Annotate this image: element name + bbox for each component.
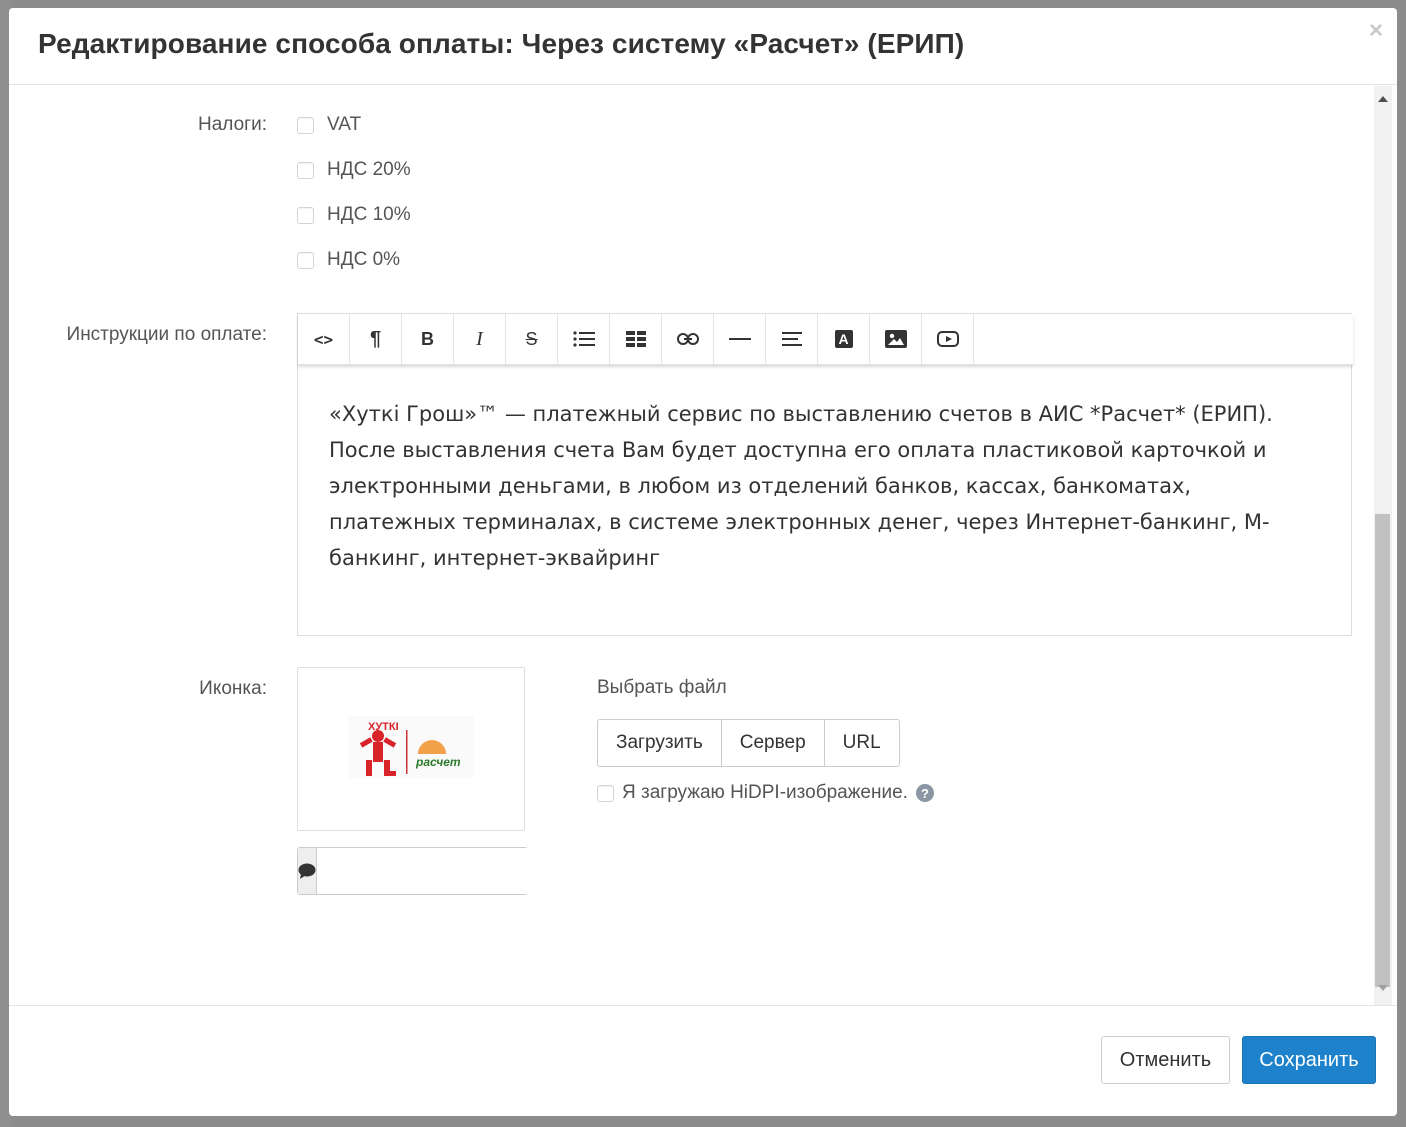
- tax-option-nds20[interactable]: НДС 20%: [297, 158, 411, 182]
- modal-footer: Отменить Сохранить: [9, 1005, 1397, 1116]
- horizontal-rule-icon[interactable]: [714, 314, 766, 364]
- bold-icon[interactable]: B: [402, 314, 454, 364]
- align-icon[interactable]: [766, 314, 818, 364]
- url-button[interactable]: URL: [823, 719, 900, 767]
- edit-payment-method-modal: Редактирование способа оплаты: Через сис…: [9, 8, 1397, 1116]
- upload-source-buttons: Загрузить Сервер URL: [597, 719, 900, 767]
- scrollbar-thumb[interactable]: [1375, 514, 1390, 987]
- comment-icon: [298, 848, 317, 894]
- icon-preview[interactable]: ХУТКІ расчет: [297, 667, 525, 831]
- tax-option-vat[interactable]: VAT: [297, 113, 361, 137]
- tax-checkbox[interactable]: [297, 161, 314, 179]
- rich-text-editor: <> ¶ B I S A «Хуткі Грош»™ — платежный с…: [297, 313, 1353, 636]
- modal-body: Налоги: VAT НДС 20% НДС 10% НДС 0% Инстр…: [9, 86, 1397, 1005]
- scroll-up-arrow-icon[interactable]: [1378, 96, 1388, 102]
- choose-file-label: Выбрать файл: [597, 677, 727, 698]
- close-icon[interactable]: ×: [1369, 18, 1383, 44]
- image-icon[interactable]: [870, 314, 922, 364]
- paragraph-icon[interactable]: ¶: [350, 314, 402, 364]
- tax-option-nds0[interactable]: НДС 0%: [297, 248, 400, 272]
- modal-header: Редактирование способа оплаты: Через сис…: [9, 8, 1397, 85]
- tax-checkbox[interactable]: [297, 116, 314, 134]
- italic-icon[interactable]: I: [454, 314, 506, 364]
- modal-title: Редактирование способа оплаты: Через сис…: [38, 28, 965, 59]
- list-icon[interactable]: [558, 314, 610, 364]
- svg-text:расчет: расчет: [415, 755, 461, 769]
- table-icon[interactable]: [610, 314, 662, 364]
- tax-option-label: НДС 0%: [327, 249, 401, 270]
- tax-option-label: НДС 10%: [327, 204, 411, 225]
- tax-checkbox[interactable]: [297, 251, 314, 269]
- hidpi-option[interactable]: Я загружаю HiDPI-изображение. ?: [597, 780, 934, 806]
- hidpi-checkbox[interactable]: [597, 784, 614, 802]
- icon-label: Иконка:: [199, 678, 267, 699]
- hutki-grosh-raschet-logo: ХУТКІ расчет: [348, 716, 474, 778]
- save-button[interactable]: Сохранить: [1242, 1036, 1376, 1084]
- taxes-label: Налоги:: [198, 114, 267, 135]
- scroll-down-arrow-icon[interactable]: [1378, 985, 1388, 991]
- strikethrough-icon[interactable]: S: [506, 314, 558, 364]
- help-icon[interactable]: ?: [915, 784, 934, 802]
- icon-caption-input[interactable]: [317, 848, 540, 894]
- svg-text:ХУТКІ: ХУТКІ: [368, 721, 399, 733]
- server-button[interactable]: Сервер: [720, 719, 825, 767]
- link-icon[interactable]: [662, 314, 714, 364]
- upload-button[interactable]: Загрузить: [597, 719, 722, 767]
- icon-caption-group: [297, 847, 540, 895]
- font-color-icon[interactable]: A: [818, 314, 870, 364]
- editor-content[interactable]: «Хуткі Грош»™ — платежный сервис по выст…: [329, 396, 1289, 576]
- editor-toolbar: <> ¶ B I S A: [298, 314, 1353, 365]
- tax-option-label: VAT: [327, 114, 362, 135]
- instructions-label: Инструкции по оплате:: [66, 324, 267, 345]
- code-view-icon[interactable]: <>: [298, 314, 350, 364]
- tax-checkbox[interactable]: [297, 206, 314, 224]
- video-icon[interactable]: [922, 314, 974, 364]
- tax-option-label: НДС 20%: [327, 159, 411, 180]
- hidpi-label: Я загружаю HiDPI-изображение.: [622, 782, 908, 803]
- scrollbar[interactable]: [1374, 86, 1392, 1005]
- cancel-button[interactable]: Отменить: [1101, 1036, 1230, 1084]
- tax-option-nds10[interactable]: НДС 10%: [297, 203, 411, 227]
